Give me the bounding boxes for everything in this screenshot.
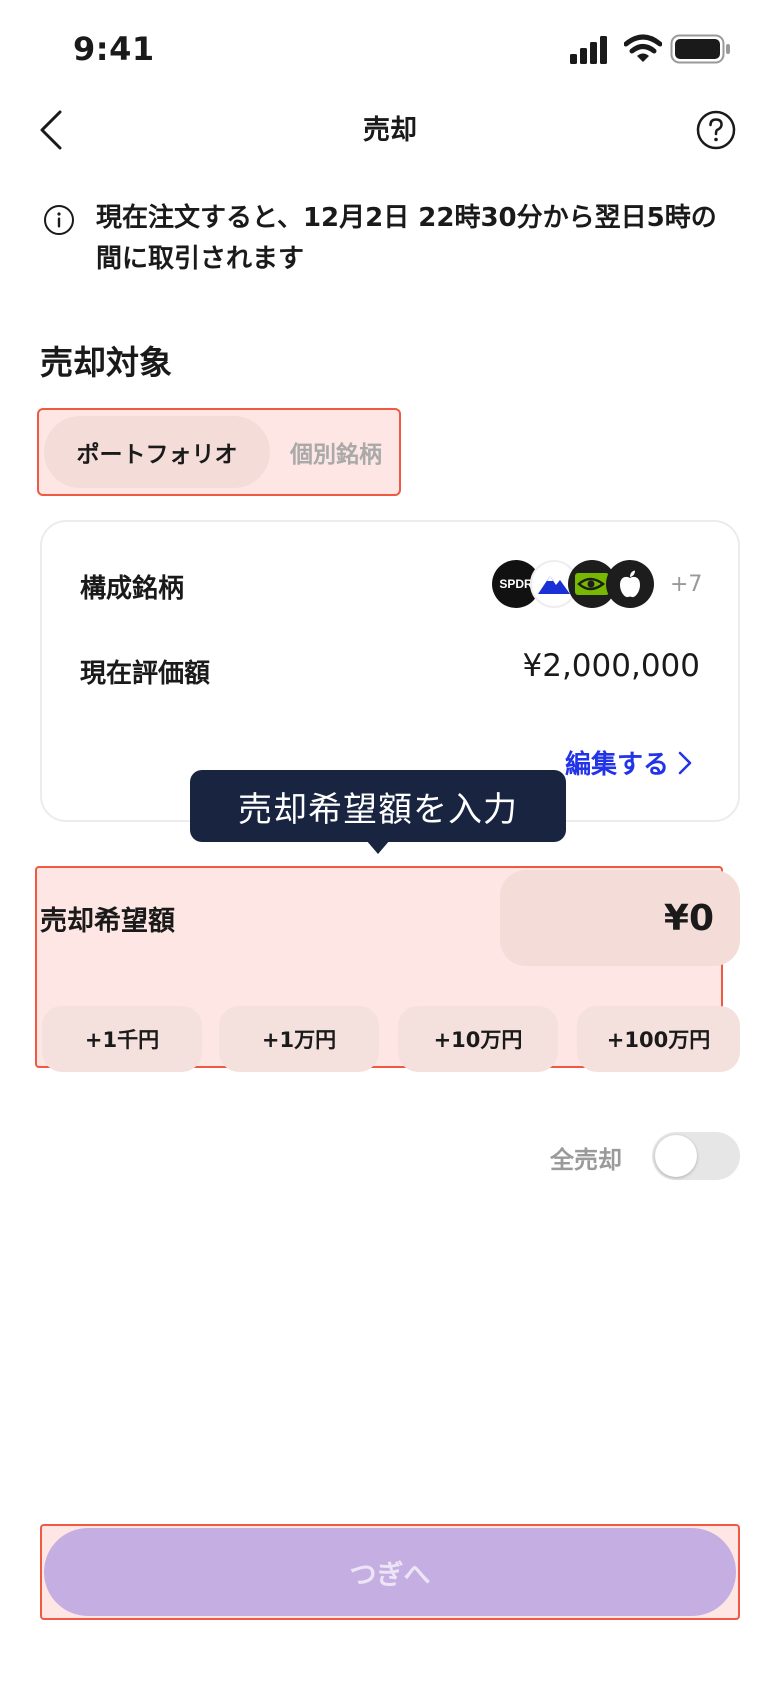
tab-individual-stocks[interactable]: 個別銘柄 bbox=[290, 416, 382, 488]
constituent-logos: SPDR bbox=[492, 560, 662, 608]
sell-target-heading: 売却対象 bbox=[40, 343, 172, 382]
edit-portfolio-link[interactable]: 編集する bbox=[565, 744, 693, 781]
tooltip-arrow bbox=[366, 840, 390, 854]
battery-icon bbox=[670, 34, 730, 64]
toggle-knob bbox=[655, 1135, 697, 1177]
add-10000-yen-button[interactable]: +1万円 bbox=[219, 1006, 379, 1072]
sell-all-toggle[interactable] bbox=[652, 1132, 740, 1180]
help-icon[interactable] bbox=[696, 110, 736, 150]
more-constituents-count: +7 bbox=[670, 572, 703, 597]
input-tooltip: 売却希望額を入力 bbox=[190, 770, 566, 842]
edit-label: 編集する bbox=[565, 750, 670, 780]
amount-input[interactable]: ¥0 bbox=[500, 870, 740, 966]
chevron-right-icon bbox=[678, 751, 692, 774]
add-1000000-yen-button[interactable]: +100万円 bbox=[577, 1006, 740, 1072]
amount-label: 売却希望額 bbox=[40, 906, 175, 937]
valuation-value: ¥2,000,000 bbox=[522, 648, 701, 684]
add-1000-yen-button[interactable]: +1千円 bbox=[42, 1006, 202, 1072]
tab-portfolio[interactable]: ポートフォリオ bbox=[44, 416, 270, 488]
next-button[interactable]: つぎへ bbox=[44, 1528, 736, 1616]
status-time: 9:41 bbox=[73, 30, 155, 68]
apple-logo-icon bbox=[606, 560, 654, 608]
wifi-icon bbox=[624, 34, 662, 62]
valuation-label: 現在評価額 bbox=[80, 659, 211, 689]
page-title: 売却 bbox=[363, 115, 417, 146]
sell-all-label: 全売却 bbox=[550, 1146, 622, 1174]
trading-time-notice: 現在注文すると、12月2日 22時30分から翌日5時の間に取引されます bbox=[96, 203, 717, 274]
info-icon bbox=[44, 205, 74, 235]
add-100000-yen-button[interactable]: +10万円 bbox=[398, 1006, 558, 1072]
signal-icon bbox=[570, 36, 607, 64]
constituents-label: 構成銘柄 bbox=[80, 574, 185, 604]
